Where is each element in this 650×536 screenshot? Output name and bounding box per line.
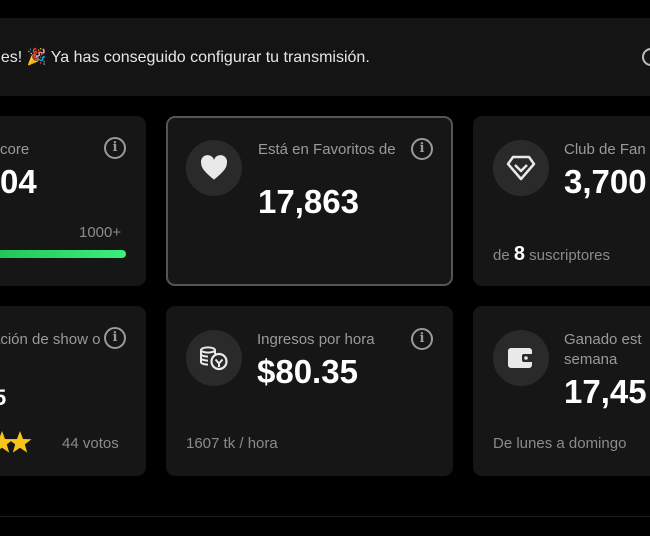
success-banner: des! 🎉 Ya has conseguido configurar tu t…: [0, 18, 650, 96]
score-value: 04: [0, 163, 37, 200]
coins-icon: [200, 346, 228, 371]
fanclub-card: Club de Fan 3,700 de 8 suscriptores: [473, 116, 650, 286]
hourly-label: Ingresos por hora: [257, 331, 375, 348]
rating-votes: 44 votos: [62, 435, 119, 452]
diamond-icon: [506, 155, 536, 181]
fanclub-label: Club de Fan: [564, 141, 646, 158]
score-card: core 04 i 1000+: [0, 116, 146, 286]
heart-icon-circle: [186, 140, 242, 196]
hourly-card: Ingresos por hora i $80.35 1607 tk / hor…: [166, 306, 453, 476]
info-icon[interactable]: i: [104, 137, 126, 159]
favorites-label: Está en Favoritos de: [258, 141, 396, 158]
banner-message: des! 🎉 Ya has conseguido configurar tu t…: [0, 49, 370, 66]
weekly-label: Ganado est semana: [564, 331, 642, 368]
weekly-card: Ganado est semana 17,45 De lunes a domin…: [473, 306, 650, 476]
info-icon[interactable]: i: [104, 327, 126, 349]
score-progress-label: 1000+: [79, 224, 122, 241]
coins-icon-circle: [186, 330, 242, 386]
fanclub-subscribers: de 8 suscriptores: [493, 244, 610, 266]
rating-label: ación de show o: [0, 331, 101, 348]
bottom-divider: [0, 516, 650, 517]
favorites-value: 17,863: [258, 183, 359, 220]
heart-icon: [200, 155, 228, 180]
score-progress-fill: [0, 250, 126, 258]
star-icon: [8, 431, 32, 453]
wallet-icon-circle: [493, 330, 549, 386]
favorites-card[interactable]: Está en Favoritos de i 17,863: [166, 116, 453, 286]
rating-card: ación de show o i 5 44 votos: [0, 306, 146, 476]
wallet-icon: [508, 348, 534, 368]
fanclub-value: 3,700: [564, 163, 647, 200]
diamond-icon-circle: [493, 140, 549, 196]
info-icon[interactable]: i: [411, 328, 433, 350]
banner-edge-icon[interactable]: [642, 48, 650, 66]
weekly-range: De lunes a domingo: [493, 435, 627, 452]
rating-value: 5: [0, 385, 7, 410]
score-progress-bar: [0, 250, 126, 258]
info-icon[interactable]: i: [411, 138, 433, 160]
fanclub-foot-suffix: suscriptores: [529, 247, 611, 264]
hourly-tokens: 1607 tk / hora: [186, 435, 278, 452]
fanclub-foot-prefix: de: [493, 247, 510, 264]
score-label: core: [0, 141, 30, 158]
hourly-value: $80.35: [257, 353, 358, 390]
fanclub-foot-count: 8: [513, 243, 525, 265]
weekly-value: 17,45: [564, 373, 647, 410]
